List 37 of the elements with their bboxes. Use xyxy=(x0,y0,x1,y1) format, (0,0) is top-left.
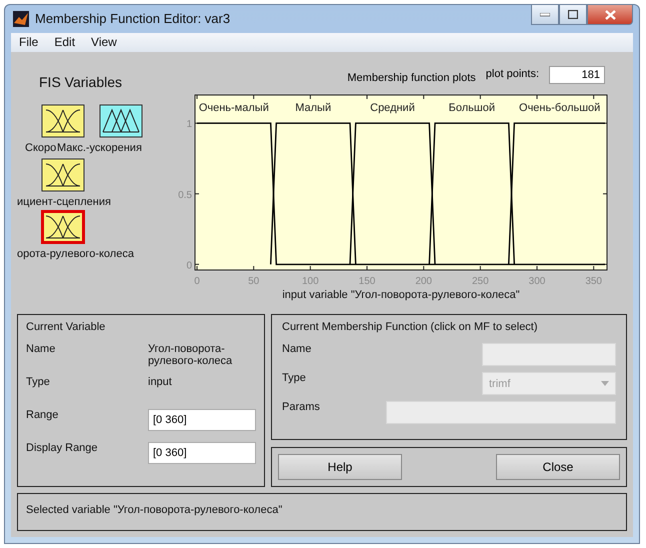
variable-label: ициент-сцепления xyxy=(17,196,111,208)
curve-label: Очень-большой xyxy=(519,102,600,114)
x-tick-label: 150 xyxy=(358,276,376,287)
y-tick-label: 0.5 xyxy=(178,190,192,201)
x-tick-label: 100 xyxy=(302,276,319,287)
x-axis-label: input variable "Угол-поворота-рулевого-колеса" xyxy=(282,289,520,301)
field-value: Угол-поворота-рулевого-колеса xyxy=(148,343,234,369)
field-label: Name xyxy=(26,343,56,357)
field-label: Display Range xyxy=(26,442,99,456)
status-text: Selected variable "Угол-поворота-рулевого-колеса" xyxy=(26,504,282,516)
window-title: Membership Function Editor: var3 xyxy=(35,11,230,26)
field-label: Name xyxy=(282,343,312,355)
panel-title: Current Membership Function (click on MF to select) xyxy=(282,321,539,333)
variable-label: Скоро xyxy=(25,142,56,154)
x-tick-label: 350 xyxy=(585,276,602,287)
curve-label: Малый xyxy=(295,102,332,114)
plot-points-label: plot points: xyxy=(486,68,539,80)
x-tick-label: 200 xyxy=(415,276,432,287)
y-tick-label: 1 xyxy=(186,119,192,130)
field-label: Type xyxy=(26,376,51,390)
field-value: input xyxy=(148,376,173,390)
field-label: Type xyxy=(282,372,307,384)
variable-label: Макс.-ускорения xyxy=(57,142,142,154)
y-tick-label: 0 xyxy=(186,260,192,272)
x-tick-label: 300 xyxy=(528,276,546,287)
x-tick-label: 0 xyxy=(194,276,200,287)
x-tick-label: 50 xyxy=(248,276,260,287)
curve-label: Большой xyxy=(448,102,495,114)
x-tick-label: 250 xyxy=(472,276,489,287)
plot-title: Membership function plots xyxy=(347,72,476,84)
panel-title: Current Variable xyxy=(26,321,106,333)
field-label: Params xyxy=(282,401,321,413)
field-label: Range xyxy=(26,409,60,423)
curve-label: Очень-малый xyxy=(198,102,269,114)
variable-label: орота-рулевого-колеса xyxy=(17,248,134,260)
curve-label: Средний xyxy=(370,102,415,114)
panel-title: FIS Variables xyxy=(38,73,123,90)
